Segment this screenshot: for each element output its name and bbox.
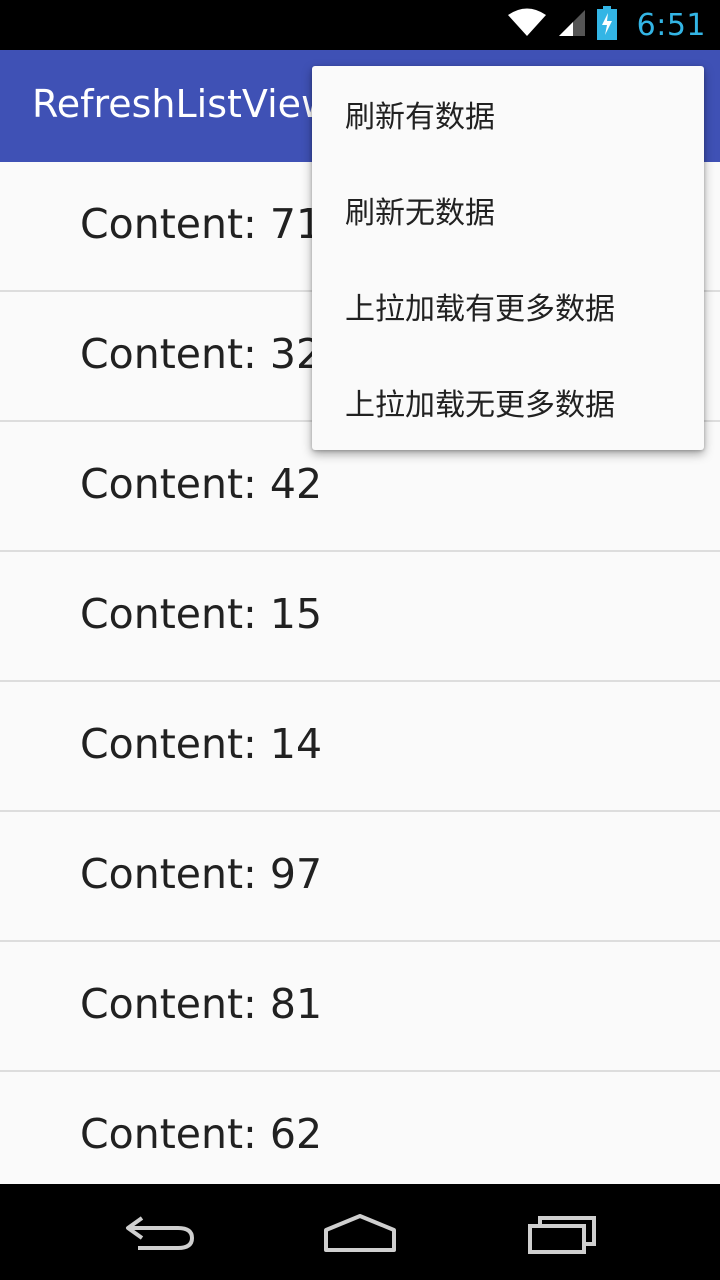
list-item[interactable]: Content: 15	[0, 552, 720, 682]
navigation-bar	[0, 1184, 720, 1280]
back-icon[interactable]	[122, 1208, 198, 1260]
home-icon[interactable]	[320, 1208, 400, 1260]
status-bar: 6:51	[0, 0, 720, 50]
menu-item-load-more-no-data[interactable]: 上拉加载无更多数据	[312, 354, 704, 450]
battery-charging-icon	[596, 6, 617, 44]
clock: 6:51	[636, 7, 706, 43]
overflow-menu: 刷新有数据 刷新无数据 上拉加载有更多数据 上拉加载无更多数据	[312, 66, 704, 450]
menu-item-refresh-no-data[interactable]: 刷新无数据	[312, 162, 704, 258]
list-item-label: Content: 81	[80, 980, 323, 1028]
list-item-label: Content: 97	[80, 850, 323, 898]
menu-item-refresh-with-data[interactable]: 刷新有数据	[312, 66, 704, 162]
list-item-label: Content: 71	[80, 200, 323, 248]
list-item[interactable]: Content: 81	[0, 942, 720, 1072]
cell-signal-icon	[557, 8, 587, 42]
list-item[interactable]: Content: 97	[0, 812, 720, 942]
list-item-label: Content: 15	[80, 590, 323, 638]
list-item-label: Content: 14	[80, 720, 323, 768]
list-item[interactable]: Content: 14	[0, 682, 720, 812]
list-item-label: Content: 62	[80, 1110, 323, 1158]
list-item[interactable]: Content: 62	[0, 1072, 720, 1184]
wifi-icon	[507, 8, 547, 42]
recent-apps-icon[interactable]	[524, 1208, 600, 1260]
list-item-label: Content: 42	[80, 460, 323, 508]
app-title: RefreshListView	[32, 82, 333, 126]
status-icons: 6:51	[507, 0, 706, 50]
menu-item-load-more-with-data[interactable]: 上拉加载有更多数据	[312, 258, 704, 354]
list-item-label: Content: 32	[80, 330, 323, 378]
